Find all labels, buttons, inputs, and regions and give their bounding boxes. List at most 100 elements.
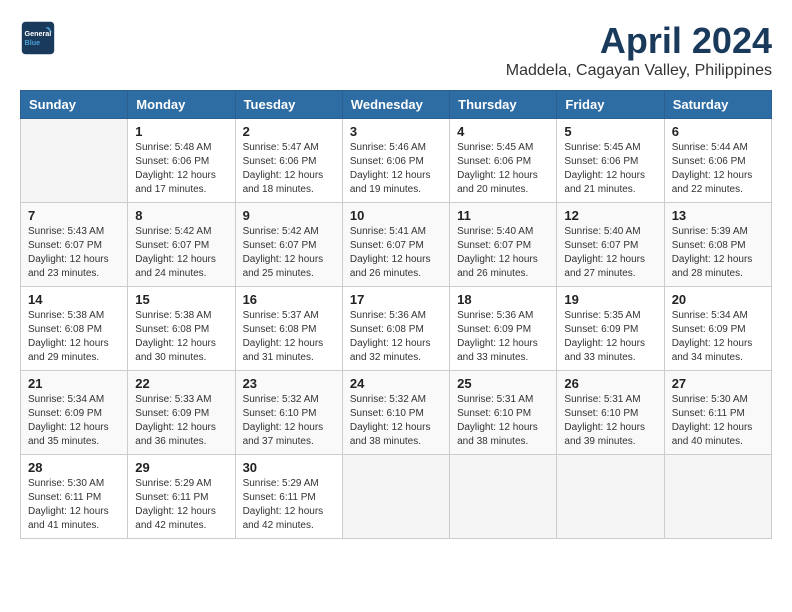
- day-cell: 6 Sunrise: 5:44 AM Sunset: 6:06 PM Daylig…: [664, 119, 771, 203]
- day-cell: 16 Sunrise: 5:37 AM Sunset: 6:08 PM Dayli…: [235, 287, 342, 371]
- day-cell: 8 Sunrise: 5:42 AM Sunset: 6:07 PM Daylig…: [128, 203, 235, 287]
- column-header-tuesday: Tuesday: [235, 91, 342, 119]
- day-cell: 23 Sunrise: 5:32 AM Sunset: 6:10 PM Dayli…: [235, 371, 342, 455]
- day-info: Sunrise: 5:30 AM Sunset: 6:11 PM Dayligh…: [672, 393, 764, 449]
- day-info: Sunrise: 5:42 AM Sunset: 6:07 PM Dayligh…: [243, 225, 335, 281]
- day-cell: 13 Sunrise: 5:39 AM Sunset: 6:08 PM Dayli…: [664, 203, 771, 287]
- day-info: Sunrise: 5:36 AM Sunset: 6:08 PM Dayligh…: [350, 309, 442, 365]
- day-cell: 24 Sunrise: 5:32 AM Sunset: 6:10 PM Dayli…: [342, 371, 449, 455]
- day-cell: 20 Sunrise: 5:34 AM Sunset: 6:09 PM Dayli…: [664, 287, 771, 371]
- day-cell: 11Sunrise: 5:40 AM Sunset: 6:07 PM Dayli…: [450, 203, 557, 287]
- day-cell: 29 Sunrise: 5:29 AM Sunset: 6:11 PM Dayli…: [128, 455, 235, 539]
- day-info: Sunrise: 5:48 AM Sunset: 6:06 PM Dayligh…: [135, 141, 227, 197]
- day-cell: 17 Sunrise: 5:36 AM Sunset: 6:08 PM Dayli…: [342, 287, 449, 371]
- day-cell: 9 Sunrise: 5:42 AM Sunset: 6:07 PM Daylig…: [235, 203, 342, 287]
- day-info: Sunrise: 5:45 AM Sunset: 6:06 PM Dayligh…: [564, 141, 656, 197]
- day-number: 17: [350, 292, 442, 307]
- day-info: Sunrise: 5:33 AM Sunset: 6:09 PM Dayligh…: [135, 393, 227, 449]
- day-number: 10: [350, 208, 442, 223]
- day-cell: 28 Sunrise: 5:30 AM Sunset: 6:11 PM Dayli…: [21, 455, 128, 539]
- day-number: 25: [457, 376, 549, 391]
- day-info: Sunrise: 5:30 AM Sunset: 6:11 PM Dayligh…: [28, 477, 120, 533]
- column-header-thursday: Thursday: [450, 91, 557, 119]
- week-row-1: 1 Sunrise: 5:48 AM Sunset: 6:06 PM Daylig…: [21, 119, 772, 203]
- day-number: 30: [243, 460, 335, 475]
- day-info: Sunrise: 5:29 AM Sunset: 6:11 PM Dayligh…: [135, 477, 227, 533]
- day-cell: 19Sunrise: 5:35 AM Sunset: 6:09 PM Dayli…: [557, 287, 664, 371]
- day-info: Sunrise: 5:42 AM Sunset: 6:07 PM Dayligh…: [135, 225, 227, 281]
- day-number: 16: [243, 292, 335, 307]
- day-number: 23: [243, 376, 335, 391]
- day-cell: [21, 119, 128, 203]
- day-cell: 2Sunrise: 5:47 AM Sunset: 6:06 PM Daylig…: [235, 119, 342, 203]
- column-header-sunday: Sunday: [21, 91, 128, 119]
- day-number: 14: [28, 292, 120, 307]
- day-info: Sunrise: 5:44 AM Sunset: 6:06 PM Dayligh…: [672, 141, 764, 197]
- day-number: 27: [672, 376, 764, 391]
- day-cell: [664, 455, 771, 539]
- header: General Blue April 2024 Maddela, Cagayan…: [20, 20, 772, 80]
- day-info: Sunrise: 5:32 AM Sunset: 6:10 PM Dayligh…: [243, 393, 335, 449]
- day-info: Sunrise: 5:41 AM Sunset: 6:07 PM Dayligh…: [350, 225, 442, 281]
- logo-icon: General Blue: [20, 20, 56, 56]
- day-number: 3: [350, 124, 442, 139]
- day-number: 26: [564, 376, 656, 391]
- svg-text:Blue: Blue: [25, 38, 41, 47]
- day-number: 24: [350, 376, 442, 391]
- title-area: April 2024 Maddela, Cagayan Valley, Phil…: [506, 20, 772, 80]
- day-number: 20: [672, 292, 764, 307]
- day-number: 5: [564, 124, 656, 139]
- day-number: 22: [135, 376, 227, 391]
- header-row: SundayMondayTuesdayWednesdayThursdayFrid…: [21, 91, 772, 119]
- column-header-wednesday: Wednesday: [342, 91, 449, 119]
- week-row-3: 14Sunrise: 5:38 AM Sunset: 6:08 PM Dayli…: [21, 287, 772, 371]
- day-cell: 15Sunrise: 5:38 AM Sunset: 6:08 PM Dayli…: [128, 287, 235, 371]
- day-number: 15: [135, 292, 227, 307]
- day-number: 19: [564, 292, 656, 307]
- week-row-5: 28 Sunrise: 5:30 AM Sunset: 6:11 PM Dayli…: [21, 455, 772, 539]
- day-cell: 14Sunrise: 5:38 AM Sunset: 6:08 PM Dayli…: [21, 287, 128, 371]
- week-row-4: 21 Sunrise: 5:34 AM Sunset: 6:09 PM Dayli…: [21, 371, 772, 455]
- day-info: Sunrise: 5:40 AM Sunset: 6:07 PM Dayligh…: [564, 225, 656, 281]
- day-cell: 18 Sunrise: 5:36 AM Sunset: 6:09 PM Dayli…: [450, 287, 557, 371]
- day-cell: [450, 455, 557, 539]
- day-info: Sunrise: 5:34 AM Sunset: 6:09 PM Dayligh…: [28, 393, 120, 449]
- day-info: Sunrise: 5:47 AM Sunset: 6:06 PM Dayligh…: [243, 141, 335, 197]
- day-cell: 4 Sunrise: 5:45 AM Sunset: 6:06 PM Daylig…: [450, 119, 557, 203]
- day-number: 21: [28, 376, 120, 391]
- day-cell: 21 Sunrise: 5:34 AM Sunset: 6:09 PM Dayli…: [21, 371, 128, 455]
- day-cell: 12Sunrise: 5:40 AM Sunset: 6:07 PM Dayli…: [557, 203, 664, 287]
- logo: General Blue: [20, 20, 56, 56]
- day-info: Sunrise: 5:32 AM Sunset: 6:10 PM Dayligh…: [350, 393, 442, 449]
- day-info: Sunrise: 5:37 AM Sunset: 6:08 PM Dayligh…: [243, 309, 335, 365]
- day-number: 9: [243, 208, 335, 223]
- month-title: April 2024: [506, 20, 772, 62]
- day-number: 6: [672, 124, 764, 139]
- day-cell: 3Sunrise: 5:46 AM Sunset: 6:06 PM Daylig…: [342, 119, 449, 203]
- day-number: 4: [457, 124, 549, 139]
- day-cell: 1 Sunrise: 5:48 AM Sunset: 6:06 PM Daylig…: [128, 119, 235, 203]
- day-info: Sunrise: 5:45 AM Sunset: 6:06 PM Dayligh…: [457, 141, 549, 197]
- day-info: Sunrise: 5:31 AM Sunset: 6:10 PM Dayligh…: [564, 393, 656, 449]
- day-number: 29: [135, 460, 227, 475]
- day-cell: 25Sunrise: 5:31 AM Sunset: 6:10 PM Dayli…: [450, 371, 557, 455]
- day-cell: 7Sunrise: 5:43 AM Sunset: 6:07 PM Daylig…: [21, 203, 128, 287]
- day-number: 18: [457, 292, 549, 307]
- day-cell: 27 Sunrise: 5:30 AM Sunset: 6:11 PM Dayli…: [664, 371, 771, 455]
- day-cell: 5 Sunrise: 5:45 AM Sunset: 6:06 PM Daylig…: [557, 119, 664, 203]
- location-title: Maddela, Cagayan Valley, Philippines: [506, 62, 772, 80]
- day-cell: [342, 455, 449, 539]
- column-header-saturday: Saturday: [664, 91, 771, 119]
- day-number: 28: [28, 460, 120, 475]
- calendar-table: SundayMondayTuesdayWednesdayThursdayFrid…: [20, 90, 772, 539]
- day-cell: 30Sunrise: 5:29 AM Sunset: 6:11 PM Dayli…: [235, 455, 342, 539]
- day-number: 1: [135, 124, 227, 139]
- day-cell: 26 Sunrise: 5:31 AM Sunset: 6:10 PM Dayli…: [557, 371, 664, 455]
- day-info: Sunrise: 5:34 AM Sunset: 6:09 PM Dayligh…: [672, 309, 764, 365]
- column-header-monday: Monday: [128, 91, 235, 119]
- day-number: 8: [135, 208, 227, 223]
- day-number: 13: [672, 208, 764, 223]
- day-info: Sunrise: 5:39 AM Sunset: 6:08 PM Dayligh…: [672, 225, 764, 281]
- day-info: Sunrise: 5:36 AM Sunset: 6:09 PM Dayligh…: [457, 309, 549, 365]
- svg-text:General: General: [25, 29, 52, 38]
